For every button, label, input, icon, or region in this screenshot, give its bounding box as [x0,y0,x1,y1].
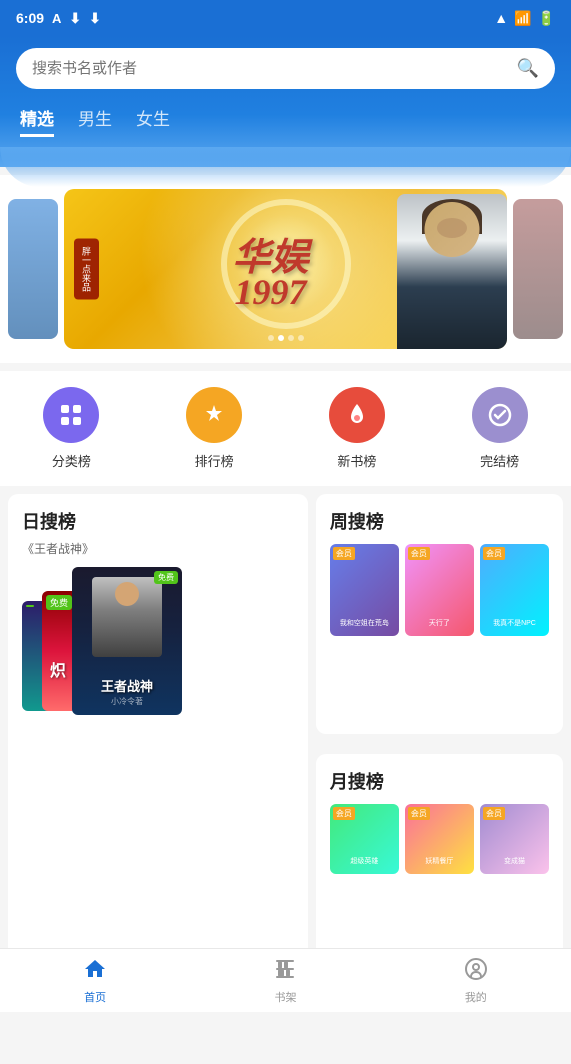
wanjieibang-label: 完结榜 [480,451,519,470]
nav-shelf-label: 书架 [274,989,296,1005]
category-wanjieibang[interactable]: 完结榜 [472,387,528,470]
monthly-book-2[interactable]: 会员 妖精餐厅 [405,804,474,874]
dot-4 [298,335,304,341]
paihaibang-label: 排行榜 [195,451,234,470]
main-content: 胖一点来品 华娱 1997 [0,175,571,1064]
monthly-books: 会员 超级英雄 会员 妖精餐厅 会员 变成猫 [330,804,549,874]
search-input[interactable] [32,60,517,77]
banner-character [397,194,507,349]
daily-rank-title: 日搜榜 [22,508,294,534]
weekly-book-1-title: 我和空姐在荒岛 [330,614,399,632]
tab-bar: 精选 男生 女生 [16,105,555,137]
banner-right-side [513,199,563,339]
tab-selected[interactable]: 精选 [20,105,54,137]
monthly-book-3[interactable]: 会员 变成猫 [480,804,549,874]
status-right: ▲ 📶 🔋 [494,10,555,27]
nav-mine-label: 我的 [465,989,487,1005]
weekly-rank-title: 周搜榜 [330,508,549,534]
dot-3 [288,335,294,341]
monthly-book-1[interactable]: 会员 超级英雄 [330,804,399,874]
banner-dots [268,335,304,341]
weekly-book-3[interactable]: 会员 我真不是NPC [480,544,549,636]
char-face [437,218,467,238]
banner-left-side [8,199,58,339]
dot-1 [268,335,274,341]
free-badge-2: 免费 [46,595,72,610]
weekly-rank-panel: 周搜榜 会员 我和空姐在荒岛 会员 天行了 会员 我真不是NPC [316,494,563,734]
monthly-vip-badge-3: 会员 [483,807,505,820]
wifi-icon: ▲ [494,10,508,26]
status-left: 6:09 A ⬇ ⬇ [16,10,101,27]
fenleibang-label: 分类榜 [52,451,91,470]
wanjieibang-icon [472,387,528,443]
monthly-vip-badge-1: 会员 [333,807,355,820]
battery-icon: 🔋 [538,10,555,27]
time-display: 6:09 [16,10,44,26]
weekly-book-3-title: 我真不是NPC [480,614,549,632]
category-paihaibang[interactable]: 排行榜 [186,387,242,470]
monthly-vip-badge-2: 会员 [408,807,430,820]
weekly-book-2[interactable]: 会员 天行了 [405,544,474,636]
weekly-book-1[interactable]: 会员 我和空姐在荒岛 [330,544,399,636]
paihaibang-icon [186,387,242,443]
nav-home-label: 首页 [84,989,106,1005]
notification-icon: A [52,11,61,26]
nav-home[interactable]: 首页 [0,957,190,1005]
download-icon-1: ⬇ [69,10,81,27]
search-bar[interactable]: 🔍 [16,48,555,89]
search-icon[interactable]: 🔍 [517,58,539,79]
download-icon-2: ⬇ [89,10,101,27]
xinshibang-label: 新书榜 [337,451,376,470]
weekly-book-2-title: 天行了 [405,614,474,632]
monthly-rank-title: 月搜榜 [330,768,549,794]
monthly-book-2-title: 妖精餐厅 [405,852,474,870]
header: 🔍 精选 男生 女生 [0,36,571,167]
nav-shelf[interactable]: 书架 [190,957,380,1005]
dot-2 [278,335,284,341]
vip-badge-2: 会员 [408,547,430,560]
rankings-section: 日搜榜 《王者战神》 免费 炽 王者战神 小冷令著 [0,494,571,994]
signal-icon: 📶 [514,10,531,27]
shelf-icon [273,957,297,987]
vip-badge-1: 会员 [333,547,355,560]
monthly-book-3-title: 变成猫 [480,852,549,870]
tab-male[interactable]: 男生 [78,105,112,137]
category-section: 分类榜 排行榜 新书榜 [0,371,571,486]
banner-section: 胖一点来品 华娱 1997 [0,175,571,363]
monthly-book-1-title: 超级英雄 [330,852,399,870]
daily-book-1[interactable]: 王者战神 小冷令著 免费 [72,567,182,715]
right-ranks: 周搜榜 会员 我和空姐在荒岛 会员 天行了 会员 我真不是NPC [316,494,563,994]
banner-badge: 胖一点来品 [74,239,99,300]
category-fenleibang[interactable]: 分类榜 [43,387,99,470]
vip-badge-3: 会员 [483,547,505,560]
status-bar: 6:09 A ⬇ ⬇ ▲ 📶 🔋 [0,0,571,36]
mine-icon [464,957,488,987]
xinshibang-icon [329,387,385,443]
weekly-books: 会员 我和空姐在荒岛 会员 天行了 会员 我真不是NPC [330,544,549,636]
banner-main[interactable]: 胖一点来品 华娱 1997 [64,189,507,349]
banner-wrapper: 胖一点来品 华娱 1997 [0,185,571,353]
daily-rank-books: 免费 炽 王者战神 小冷令著 免费 [22,567,294,727]
banner-year: 1997 [234,271,306,313]
free-badge-3 [26,605,34,607]
nav-mine[interactable]: 我的 [381,957,571,1005]
fenleibang-icon [43,387,99,443]
bottom-nav: 首页 书架 我的 [0,948,571,1012]
daily-rank-top-book: 《王者战神》 [22,540,294,557]
home-icon [83,957,107,987]
daily-rank-panel: 日搜榜 《王者战神》 免费 炽 王者战神 小冷令著 [8,494,308,994]
banner-title-group: 华娱 1997 [232,226,308,313]
tab-female[interactable]: 女生 [136,105,170,137]
category-xinshibang[interactable]: 新书榜 [329,387,385,470]
